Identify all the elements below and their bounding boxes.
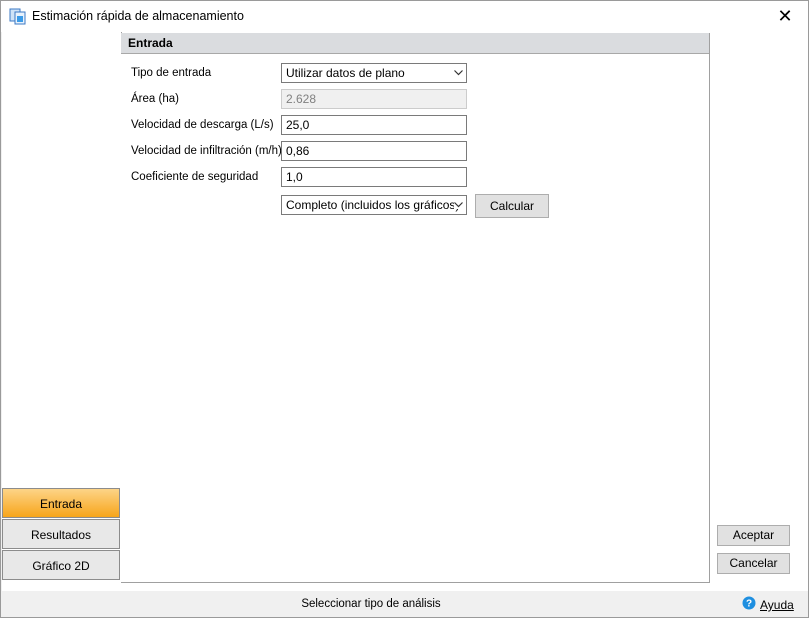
aceptar-button[interactable]: Aceptar bbox=[717, 525, 790, 546]
tipo-entrada-value: Utilizar datos de plano bbox=[286, 66, 405, 80]
descarga-value: 25,0 bbox=[286, 118, 310, 132]
storage-app-icon bbox=[9, 8, 26, 25]
close-button[interactable]: ✕ bbox=[762, 1, 808, 32]
chevron-down-icon bbox=[454, 200, 463, 209]
status-text: Seleccionar tipo de análisis bbox=[301, 598, 441, 610]
close-icon: ✕ bbox=[777, 6, 793, 26]
nav-resultados[interactable]: Resultados bbox=[2, 519, 120, 549]
window-title: Estimación rápida de almacenamiento bbox=[32, 9, 244, 23]
help-icon: ? bbox=[742, 596, 756, 610]
area-label: Área (ha) bbox=[131, 93, 179, 105]
left-nav: Entrada Resultados Gráfico 2D bbox=[2, 32, 122, 582]
panel-header: Entrada bbox=[121, 33, 709, 54]
tipo-entrada-label: Tipo de entrada bbox=[131, 67, 212, 79]
descarga-input[interactable]: 25,0 bbox=[281, 115, 467, 135]
chevron-down-icon bbox=[454, 70, 463, 76]
seguridad-input[interactable]: 1,0 bbox=[281, 167, 467, 187]
infiltracion-input[interactable]: 0,86 bbox=[281, 141, 467, 161]
input-panel: Entrada Tipo de entrada Utilizar datos d… bbox=[121, 33, 710, 583]
nav-entrada[interactable]: Entrada bbox=[2, 488, 120, 518]
calcular-button[interactable]: Calcular bbox=[475, 194, 549, 218]
title-bar[interactable]: Estimación rápida de almacenamiento ✕ bbox=[1, 1, 808, 32]
modo-value: Completo (incluidos los gráficos) bbox=[286, 198, 460, 212]
infiltracion-value: 0,86 bbox=[286, 144, 310, 158]
seguridad-value: 1,0 bbox=[286, 170, 303, 184]
area-value: 2.628 bbox=[286, 92, 317, 106]
help-label: Ayuda bbox=[760, 598, 794, 612]
seguridad-label: Coeficiente de seguridad bbox=[131, 171, 259, 183]
tipo-entrada-select[interactable]: Utilizar datos de plano bbox=[281, 63, 467, 83]
infiltracion-label: Velocidad de infiltración (m/h) bbox=[131, 145, 282, 157]
dialog-window: Estimación rápida de almacenamiento ✕ En… bbox=[0, 0, 809, 618]
nav-grafico-2d[interactable]: Gráfico 2D bbox=[2, 550, 120, 580]
status-bar: Seleccionar tipo de análisis ? Ayuda bbox=[1, 592, 808, 617]
descarga-label: Velocidad de descarga (L/s) bbox=[131, 119, 274, 131]
area-field: 2.628 bbox=[281, 89, 467, 109]
cancelar-button[interactable]: Cancelar bbox=[717, 553, 790, 574]
modo-select[interactable]: Completo (incluidos los gráficos) bbox=[281, 195, 467, 215]
svg-text:?: ? bbox=[746, 599, 752, 610]
dialog-content: Entrada Resultados Gráfico 2D Entrada Ti… bbox=[2, 32, 808, 591]
